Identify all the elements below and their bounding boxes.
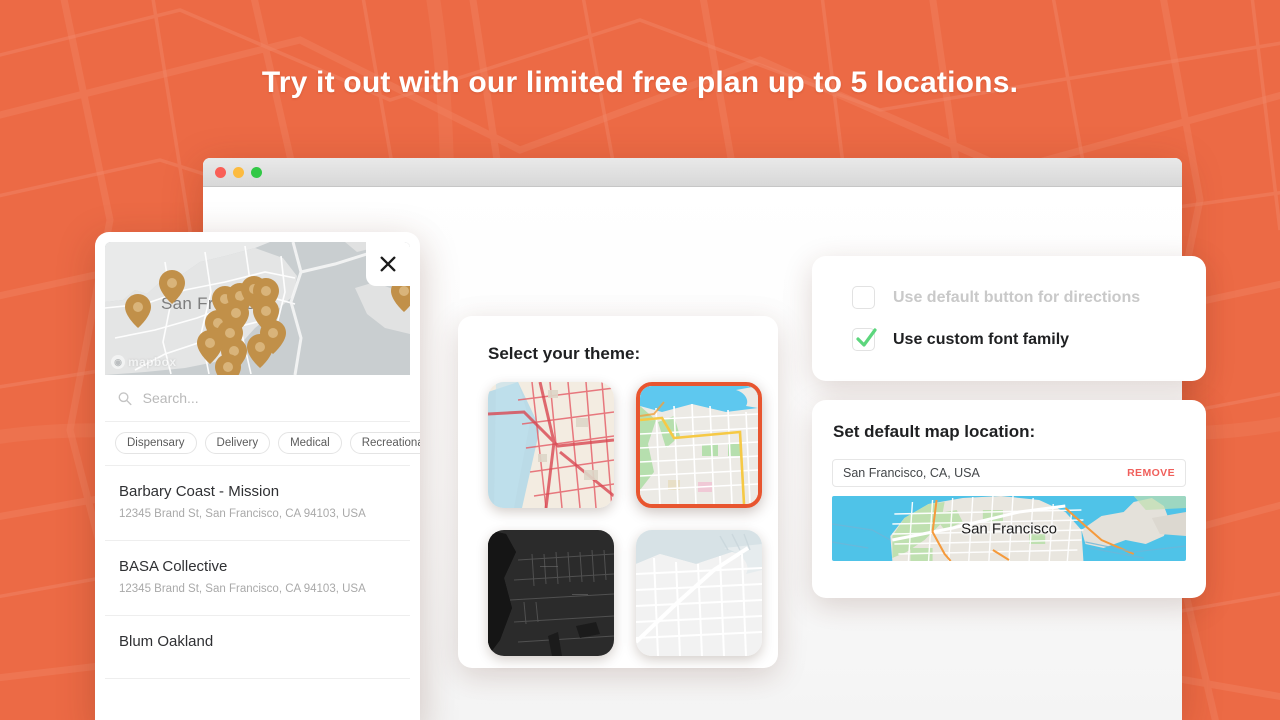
window-close-button[interactable]: [215, 166, 226, 178]
checkbox-label: Use custom font family: [893, 330, 1070, 348]
list-item[interactable]: Barbary Coast - Mission 12345 Brand St, …: [105, 466, 410, 541]
map-pin[interactable]: [253, 298, 279, 332]
location-name: Blum Oakland: [119, 633, 214, 650]
list-item[interactable]: Blum Oakland: [105, 616, 410, 679]
map-location-preview[interactable]: San Francisco: [832, 496, 1186, 561]
map-location-input[interactable]: San Francisco, CA, USA REMOVE: [832, 459, 1186, 487]
location-name: Barbary Coast - Mission: [119, 483, 280, 500]
filter-chip-delivery[interactable]: Delivery: [204, 432, 271, 454]
map-pin[interactable]: [159, 270, 185, 304]
map-location-value: San Francisco, CA, USA: [843, 466, 980, 480]
map-pin[interactable]: [125, 294, 151, 328]
search-icon: [118, 391, 132, 405]
theme-option-dark[interactable]: [488, 530, 614, 656]
theme-selector-card: Select your theme:: [458, 316, 778, 668]
filter-chip-dispensary[interactable]: Dispensary: [115, 432, 197, 454]
locator-map[interactable]: San Francisco ◉ mapbox: [105, 242, 410, 375]
window-minimize-button[interactable]: [233, 166, 244, 178]
theme-thumbnail-grid: [488, 382, 762, 656]
mapbox-mark-icon: ◉: [111, 355, 125, 369]
page-headline: Try it out with our limited free plan up…: [261, 66, 1019, 99]
location-address: 12345 Brand St, San Francisco, CA 94103,…: [119, 508, 366, 520]
close-icon[interactable]: [366, 242, 410, 286]
search-bar[interactable]: [105, 375, 410, 422]
map-location-title: Set default map location:: [833, 422, 1036, 441]
map-preview-city-label: San Francisco: [961, 520, 1057, 537]
list-item[interactable]: BASA Collective 12345 Brand St, San Fran…: [105, 541, 410, 616]
mapbox-attribution-logo: ◉ mapbox: [111, 355, 176, 369]
browser-titlebar: [203, 158, 1182, 187]
remove-location-button[interactable]: REMOVE: [1127, 467, 1175, 479]
theme-option-light[interactable]: [636, 530, 762, 656]
theme-option-streets[interactable]: [636, 382, 762, 508]
store-locator-panel: San Francisco ◉ mapbox: [95, 232, 420, 720]
checkbox-checked[interactable]: [852, 328, 877, 351]
checkmark-icon: [856, 328, 877, 347]
location-name: BASA Collective: [119, 558, 228, 575]
checkbox-unchecked[interactable]: [852, 286, 875, 309]
checkbox-row-custom-font-family[interactable]: Use custom font family: [852, 328, 1166, 351]
filter-chip-recreational[interactable]: Recreational: [349, 432, 420, 454]
default-map-location-card: Set default map location: San Francisco,…: [812, 400, 1206, 598]
mapbox-wordmark: mapbox: [128, 355, 177, 369]
filter-chip-row: Dispensary Delivery Medical Recreational: [105, 422, 420, 466]
location-address: 12345 Brand St, San Francisco, CA 94103,…: [119, 583, 366, 595]
filter-chip-medical[interactable]: Medical: [278, 432, 342, 454]
map-pin[interactable]: [215, 354, 241, 375]
search-input[interactable]: [142, 390, 397, 406]
checkbox-row-default-directions-button[interactable]: Use default button for directions: [852, 286, 1166, 309]
checkbox-label: Use default button for directions: [893, 288, 1141, 306]
display-options-card: Use default button for directions Use cu…: [812, 256, 1206, 381]
theme-option-vintage[interactable]: [488, 382, 614, 508]
theme-selector-title: Select your theme:: [488, 344, 641, 363]
window-zoom-button[interactable]: [251, 166, 262, 178]
close-glyph: [380, 256, 396, 272]
